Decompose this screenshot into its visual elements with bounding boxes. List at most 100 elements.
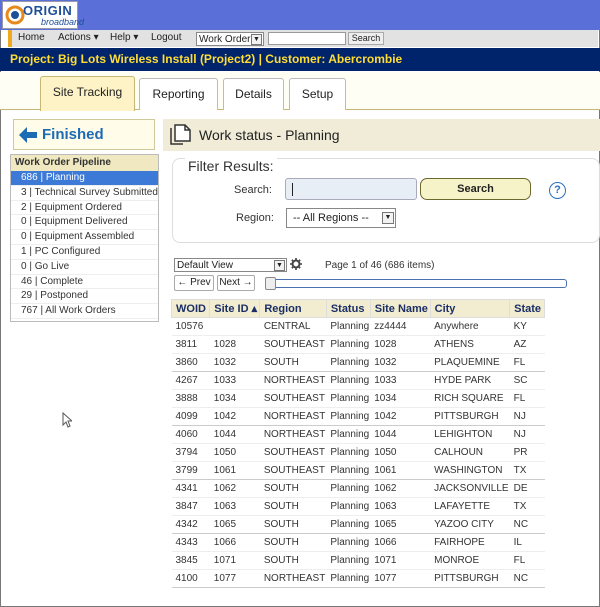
tab-site-tracking[interactable]: Site Tracking [40,76,135,111]
search-type-select[interactable]: Work Order ▼ [196,32,264,46]
table-row[interactable]: 4100 1077 NORTHEAST Planning 1077 PITTSBURGH N… [171,569,545,588]
table-row[interactable]: 4342 1065 SOUTH Planning 1065 YAZOO CITY NC [171,515,545,534]
table-cell: Planning [326,497,371,516]
logo-text: ORIGIN [23,3,73,18]
col-woid[interactable]: WOID [170,299,211,318]
table-cell: 1050 [209,443,260,462]
nav-home-link[interactable]: Home [18,32,45,43]
origin-broadband-logo[interactable]: ORIGIN broadband [2,1,84,29]
table-cell: 1050 [370,443,431,462]
table-cell: Planning [326,317,371,336]
table-row[interactable]: 3799 1061 SOUTHEAST Planning 1061 WASHINGTON T… [171,461,545,480]
pipeline-item-pc-configured[interactable]: 1 | PC Configured [11,245,158,260]
col-state[interactable]: State [509,299,545,318]
page-slider[interactable] [265,277,567,290]
view-select[interactable]: Default View ▼ [174,258,287,272]
pipeline-item-all-work-orders[interactable]: 767 | All Work Orders [11,304,158,319]
table-cell: Planning [326,407,371,426]
table-cell: CALHOUN [430,443,510,462]
table-cell: Planning [326,479,371,498]
table-row[interactable]: 10576 CENTRAL Planning zz4444 Anywhere KY [171,317,545,336]
nav-help-menu[interactable]: Help ▾ [110,32,138,43]
table-row[interactable]: 4099 1042 NORTHEAST Planning 1042 PITTSBURGH N… [171,407,545,426]
tab-details[interactable]: Details [223,78,284,110]
pipeline-item-technical-survey[interactable]: 3 | Technical Survey Submitted [11,186,158,201]
nav-search-input[interactable] [268,32,346,45]
pipeline-item-go-live[interactable]: 0 | Go Live [11,260,158,275]
next-button[interactable]: Next → [217,275,255,291]
table-cell: NORTHEAST [259,425,327,444]
table-cell: AZ [509,335,545,354]
table-cell: 3845 [171,551,210,570]
region-label: Region: [236,212,274,224]
table-cell: NORTHEAST [259,407,327,426]
table-row[interactable]: 3794 1050 SOUTHEAST Planning 1050 CALHOUN PR [171,443,545,462]
slider-thumb[interactable] [265,277,276,290]
table-cell: MONROE [430,551,510,570]
table-cell: 4100 [171,569,210,588]
col-status[interactable]: Status [325,299,371,318]
gear-icon[interactable] [290,258,302,270]
table-row[interactable]: 3888 1034 SOUTHEAST Planning 1034 RICH SQUARE… [171,389,545,408]
table-cell: 1033 [370,371,431,390]
table-cell: SOUTHEAST [259,443,327,462]
pipeline-item-postponed[interactable]: 29 | Postponed [11,289,158,305]
search-input[interactable] [285,178,417,200]
logo-icon [5,5,25,25]
table-row[interactable]: 3845 1071 SOUTH Planning 1071 MONROE FL [171,551,545,570]
region-select[interactable]: -- All Regions -- ▼ [286,208,396,228]
pipeline-item-equipment-assembled[interactable]: 0 | Equipment Assembled [11,230,158,245]
prev-button[interactable]: ← Prev [174,275,214,291]
table-cell: Anywhere [430,317,510,336]
pipeline-item-equipment-ordered[interactable]: 2 | Equipment Ordered [11,201,158,216]
table-cell: NJ [509,407,545,426]
table-cell: 1028 [370,335,431,354]
nav-search-button[interactable]: Search [348,32,384,45]
pipeline-item-equipment-delivered[interactable]: 0 | Equipment Delivered [11,215,158,231]
chevron-down-icon: ▼ [251,34,262,45]
table-row[interactable]: 4060 1044 NORTHEAST Planning 1044 LEHIGHTON NJ [171,425,545,444]
tab-setup[interactable]: Setup [289,78,346,110]
table-cell: Planning [326,371,371,390]
table-row[interactable]: 3860 1032 SOUTH Planning 1032 PLAQUEMINE FL [171,353,545,372]
table-cell: Planning [326,443,371,462]
pipeline-item-planning[interactable]: 686 | Planning [11,171,158,186]
table-cell: 4341 [171,479,210,498]
logo-subtext: broadband [41,17,85,27]
table-cell: 1061 [370,461,431,480]
view-value: Default View [177,260,233,271]
table-row[interactable]: 4343 1066 SOUTH Planning 1066 FAIRHOPE IL [171,533,545,552]
table-cell: DE [509,479,545,498]
search-type-value: Work Order [199,34,251,45]
table-cell: FL [509,551,545,570]
search-label: Search: [234,184,272,196]
table-cell: 1065 [209,515,260,534]
nav-logout-link[interactable]: Logout [151,32,182,43]
table-cell: SOUTHEAST [259,335,327,354]
text-caret [292,183,293,196]
table-cell: 1065 [370,515,431,534]
table-row[interactable]: 4267 1033 NORTHEAST Planning 1033 HYDE PARK SC [171,371,545,390]
col-city[interactable]: City [429,299,511,318]
table-row[interactable]: 3847 1063 SOUTH Planning 1063 LAFAYETTE TX [171,497,545,516]
col-region[interactable]: Region [259,299,327,318]
page-title: Work status - Planning [199,127,340,143]
table-row[interactable]: 4341 1062 SOUTH Planning 1062 JACKSONVILLE DE [171,479,545,498]
table-cell: 3860 [171,353,210,372]
pipeline-item-complete[interactable]: 46 | Complete [11,275,158,290]
nav-actions-menu[interactable]: Actions ▾ [58,32,99,43]
table-cell: 1032 [209,353,260,372]
help-icon[interactable]: ? [549,182,566,199]
table-cell: Planning [326,569,371,588]
table-cell: HYDE PARK [430,371,510,390]
col-site-id[interactable]: Site ID ▴ [209,299,261,318]
arrow-left-icon [19,127,37,143]
tab-reporting[interactable]: Reporting [139,78,218,110]
table-cell: WASHINGTON [430,461,510,480]
table-row[interactable]: 3811 1028 SOUTHEAST Planning 1028 ATHENS AZ [171,335,545,354]
table-cell: 1063 [209,497,260,516]
col-site-name[interactable]: Site Name [369,299,431,318]
table-cell: JACKSONVILLE [430,479,510,498]
finished-button[interactable]: Finished [13,119,155,150]
search-button[interactable]: Search [420,178,531,200]
